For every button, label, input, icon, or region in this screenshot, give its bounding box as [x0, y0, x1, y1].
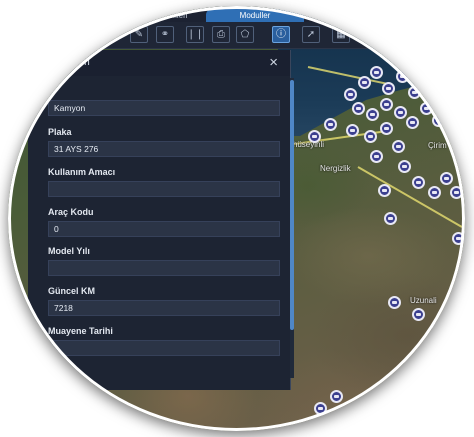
- vehicle-marker[interactable]: [394, 106, 407, 119]
- field-label: Güncel KM: [48, 286, 96, 296]
- edit-icon[interactable]: ✎: [130, 26, 148, 43]
- vehicle-marker[interactable]: [412, 308, 425, 321]
- field-label: ...: [48, 82, 56, 92]
- panel-header: ...leri ×: [28, 50, 290, 76]
- field-label: Muayene Tarihi: [48, 326, 113, 336]
- columns-icon[interactable]: ❘❘: [186, 26, 204, 43]
- vehicle-marker[interactable]: [404, 358, 417, 371]
- info-icon[interactable]: ⓘ: [272, 26, 290, 43]
- vehicle-marker[interactable]: [370, 150, 383, 163]
- vehicle-marker[interactable]: [344, 88, 357, 101]
- vehicle-marker[interactable]: [398, 160, 411, 173]
- link-icon[interactable]: ⚭: [156, 26, 174, 43]
- vehicle-marker[interactable]: [352, 102, 365, 115]
- vehicle-marker[interactable]: [432, 322, 445, 335]
- vehicle-code-field[interactable]: 0: [48, 221, 280, 237]
- close-icon[interactable]: ×: [269, 54, 278, 71]
- toolbar: ✎ ⚭ ❘❘ ⎙ ⬠ ⓘ ➚ ▦: [8, 22, 465, 49]
- vehicle-marker[interactable]: [406, 116, 419, 129]
- field-label: Plaka: [48, 127, 72, 137]
- vehicle-marker[interactable]: [384, 212, 397, 225]
- tab-bar: ...lleri Moduller: [8, 6, 465, 22]
- field-label: Kullanım Amacı: [48, 167, 116, 177]
- vehicle-marker[interactable]: [358, 76, 371, 89]
- vehicle-marker[interactable]: [314, 402, 327, 415]
- vehicle-marker[interactable]: [408, 86, 421, 99]
- vehicle-marker[interactable]: [324, 118, 337, 131]
- usage-purpose-field[interactable]: [48, 181, 280, 197]
- inspection-date-field[interactable]: [48, 340, 280, 356]
- vehicle-marker[interactable]: [330, 390, 343, 403]
- vehicle-marker[interactable]: [452, 232, 465, 245]
- tab-details[interactable]: ...lleri: [158, 9, 198, 22]
- vehicle-type-field[interactable]: Kamyon: [48, 100, 280, 116]
- vehicle-marker[interactable]: [366, 108, 379, 121]
- vehicle-marker[interactable]: [380, 122, 393, 135]
- vehicle-marker[interactable]: [378, 184, 391, 197]
- vehicle-marker[interactable]: [388, 296, 401, 309]
- town-label: Çirim: [428, 141, 447, 150]
- vehicle-marker[interactable]: [396, 70, 409, 83]
- vehicle-marker[interactable]: [364, 130, 377, 143]
- vehicle-marker[interactable]: [440, 172, 453, 185]
- vehicle-marker[interactable]: [308, 130, 321, 143]
- shape-icon[interactable]: ⬠: [236, 26, 254, 43]
- vehicle-marker[interactable]: [428, 186, 441, 199]
- town-label: Nergizlik: [320, 164, 351, 173]
- field-label: Model Yılı: [48, 246, 90, 256]
- plate-field[interactable]: 31 AYS 276: [48, 141, 280, 157]
- panel-title: ...leri: [68, 57, 90, 68]
- vehicle-marker[interactable]: [420, 76, 433, 89]
- vehicle-marker[interactable]: [412, 176, 425, 189]
- vehicle-marker[interactable]: [346, 124, 359, 137]
- vehicle-marker[interactable]: [380, 98, 393, 111]
- vehicle-marker[interactable]: [392, 140, 405, 153]
- vehicle-details-panel: ...leri × ... Kamyon Plaka 31 AYS 276 Ku…: [28, 50, 294, 390]
- circular-frame: Karahüseyinli Nergizlik Çirim Uzunali ..…: [8, 6, 465, 431]
- model-year-field[interactable]: [48, 260, 280, 276]
- vehicle-marker[interactable]: [420, 102, 433, 115]
- field-label: Araç Kodu: [48, 207, 94, 217]
- scrollbar-thumb[interactable]: [290, 80, 294, 330]
- current-km-field[interactable]: 7218: [48, 300, 280, 316]
- vehicle-marker[interactable]: [382, 82, 395, 95]
- town-label: Uzunali: [410, 296, 437, 305]
- tab-modules[interactable]: Moduller: [206, 9, 304, 22]
- table-icon[interactable]: ▦: [332, 26, 350, 43]
- vehicle-marker[interactable]: [370, 66, 383, 79]
- pointer-icon[interactable]: ➚: [302, 26, 320, 43]
- vehicle-marker[interactable]: [450, 186, 463, 199]
- print-icon[interactable]: ⎙: [212, 26, 230, 43]
- vehicle-marker[interactable]: [432, 114, 445, 127]
